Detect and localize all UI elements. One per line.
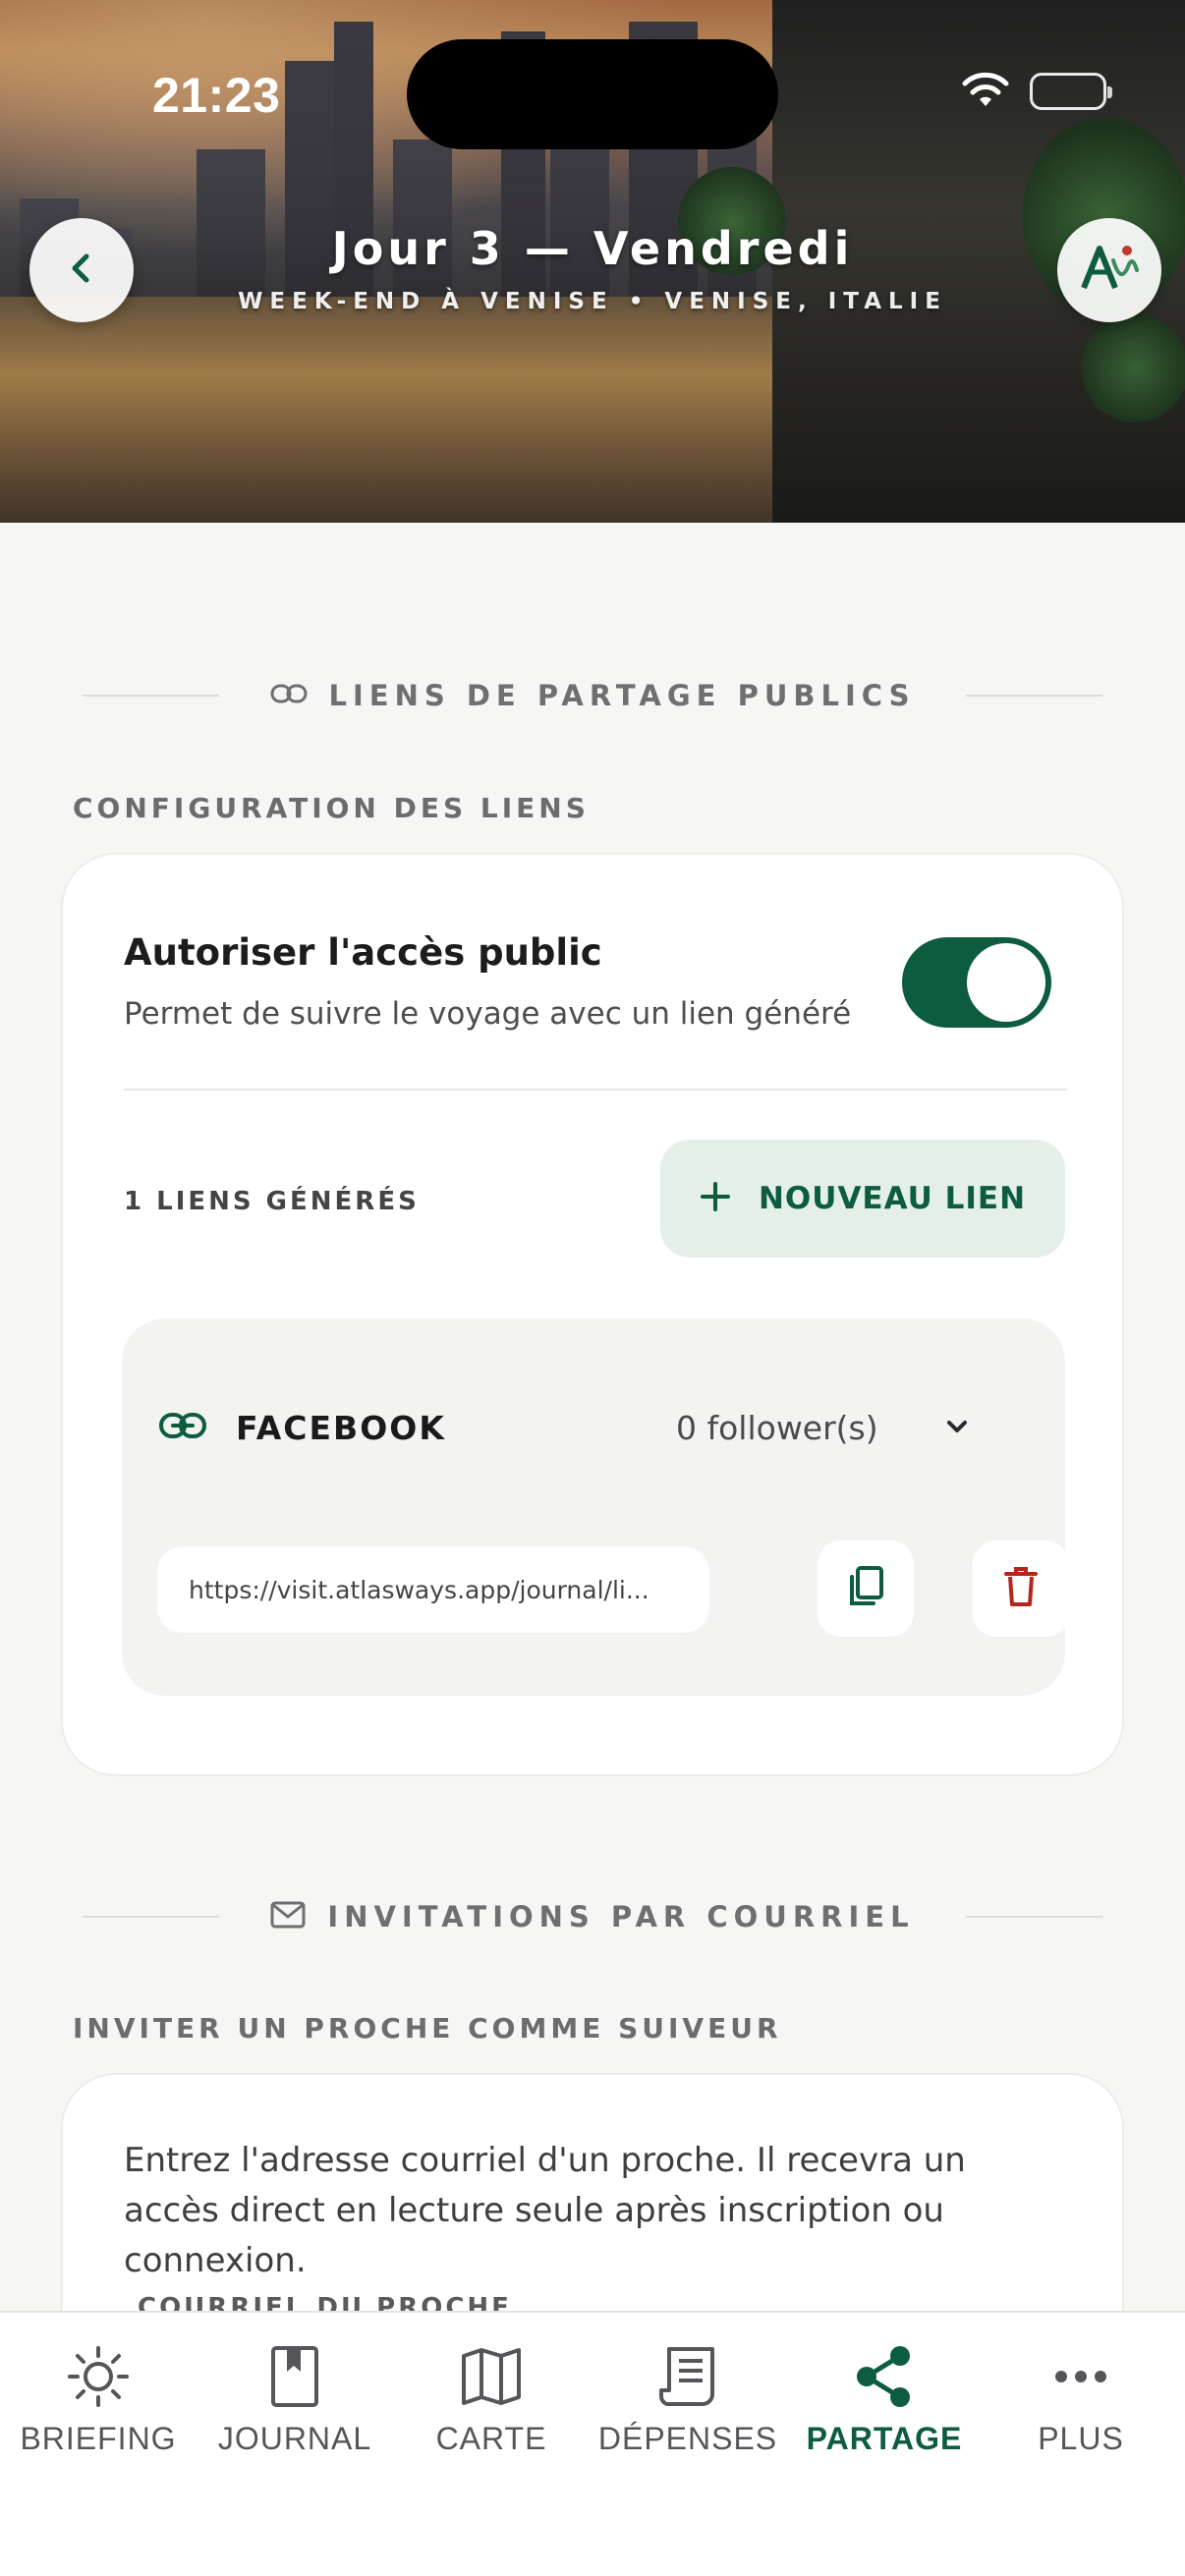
links-count: 1 LIENS GÉNÉRÉS: [124, 1187, 420, 1216]
invite-heading: INVITER UN PROCHE COMME SUIVEUR: [73, 2012, 782, 2044]
tab-label: PARTAGE: [806, 2421, 963, 2456]
page-title: Jour 3 — Vendredi: [331, 222, 854, 275]
tab-depenses[interactable]: DÉPENSES: [590, 2313, 786, 2470]
invite-description: Entrez l'adresse courriel d'un proche. I…: [124, 2141, 966, 2280]
more-icon: [1051, 2342, 1110, 2411]
trash-icon: [1002, 1565, 1040, 1612]
mail-icon: [270, 1901, 306, 1932]
public-access-description: Permet de suivre le voyage avec un lien …: [124, 996, 852, 1032]
bottom-tab-bar: BRIEFING JOURNAL CARTE DÉPENSES PARTAGE …: [0, 2311, 1185, 2576]
tab-label: PLUS: [1038, 2421, 1124, 2456]
dynamic-island: [407, 39, 778, 149]
links-config-card: Autoriser l'accès public Permet de suivr…: [61, 853, 1124, 1776]
map-icon: [460, 2342, 523, 2411]
status-icons: [961, 71, 1112, 112]
section-divider-email-invites: INVITATIONS PAR COURRIEL: [83, 1897, 1102, 1936]
tab-briefing[interactable]: BRIEFING: [0, 2313, 197, 2470]
tab-label: CARTE: [435, 2421, 547, 2456]
tab-label: JOURNAL: [217, 2421, 372, 2456]
sun-icon: [64, 2342, 133, 2411]
tab-plus[interactable]: PLUS: [983, 2313, 1179, 2470]
link-item: FACEBOOK 0 follower(s) https://visit.atl…: [122, 1318, 1069, 1696]
section-title: INVITATIONS PAR COURRIEL: [327, 1900, 915, 1933]
tab-journal[interactable]: JOURNAL: [197, 2313, 393, 2470]
plus-icon: [700, 1181, 731, 1216]
tab-partage[interactable]: PARTAGE: [786, 2313, 983, 2470]
receipt-icon: [657, 2342, 718, 2411]
battery-icon: [1030, 73, 1112, 110]
page-subtitle: WEEK-END À VENISE • VENISE, ITALIE: [238, 289, 947, 314]
public-access-title: Autoriser l'accès public: [124, 931, 602, 974]
link-name: FACEBOOK: [236, 1409, 446, 1447]
chevron-down-icon[interactable]: [943, 1413, 971, 1444]
tab-label: BRIEFING: [20, 2421, 177, 2456]
share-icon: [853, 2342, 916, 2411]
public-access-toggle[interactable]: [902, 937, 1051, 1028]
link-url-field[interactable]: https://visit.atlasways.app/journal/li..…: [157, 1546, 709, 1633]
tab-carte[interactable]: CARTE: [393, 2313, 590, 2470]
new-link-label: NOUVEAU LIEN: [758, 1181, 1027, 1216]
copy-link-button[interactable]: [818, 1540, 914, 1637]
book-icon: [265, 2342, 324, 2411]
link-followers: 0 follower(s): [676, 1409, 878, 1447]
delete-link-button[interactable]: [973, 1540, 1069, 1637]
status-time: 21:23: [152, 68, 281, 123]
divider: [124, 1089, 1067, 1091]
new-link-button[interactable]: NOUVEAU LIEN: [660, 1140, 1065, 1258]
config-heading: CONFIGURATION DES LIENS: [73, 792, 590, 824]
wifi-icon: [961, 71, 1010, 112]
tab-label: DÉPENSES: [597, 2421, 778, 2456]
toggle-knob: [967, 943, 1045, 1022]
section-divider-public-links: LIENS DE PARTAGE PUBLICS: [83, 676, 1103, 715]
copy-icon: [846, 1565, 885, 1612]
link-icon: [270, 683, 308, 708]
section-title: LIENS DE PARTAGE PUBLICS: [328, 679, 916, 712]
